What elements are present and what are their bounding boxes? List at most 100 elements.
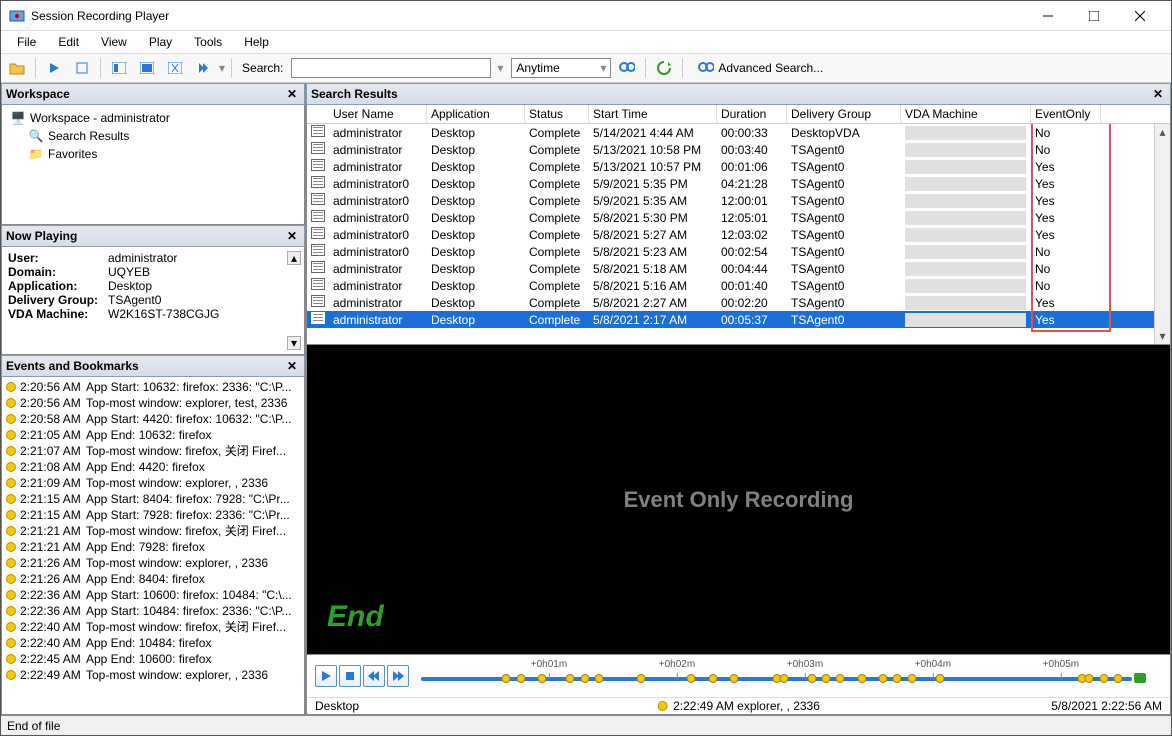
tree-root[interactable]: 🖥️ Workspace - administrator	[4, 109, 302, 127]
table-row[interactable]: administratorDesktopComplete5/8/2021 2:1…	[307, 311, 1170, 328]
workspace-close[interactable]: ✕	[284, 86, 300, 102]
menu-help[interactable]: Help	[234, 33, 279, 51]
scroll-down-icon[interactable]: ▾	[1157, 330, 1169, 342]
event-row[interactable]: 2:22:45 AMApp End: 10600: firefox	[2, 651, 304, 667]
event-row[interactable]: 2:20:56 AMApp Start: 10632: firefox: 233…	[2, 379, 304, 395]
tree-favorites[interactable]: 📁 Favorites	[4, 145, 302, 163]
layout3-button[interactable]	[163, 56, 187, 80]
timeline-event-dot[interactable]	[502, 674, 511, 683]
layout2-button[interactable]	[135, 56, 159, 80]
event-row[interactable]: 2:22:49 AMTop-most window: explorer, , 2…	[2, 667, 304, 683]
timeline-event-dot[interactable]	[1099, 674, 1108, 683]
event-row[interactable]: 2:21:21 AMApp End: 7928: firefox	[2, 539, 304, 555]
col-vda[interactable]: VDA Machine	[901, 105, 1031, 123]
event-row[interactable]: 2:22:36 AMApp Start: 10484: firefox: 233…	[2, 603, 304, 619]
play-button[interactable]	[315, 665, 337, 687]
event-row[interactable]: 2:21:15 AMApp Start: 8404: firefox: 7928…	[2, 491, 304, 507]
search-input[interactable]	[291, 58, 491, 78]
timeline-event-dot[interactable]	[729, 674, 738, 683]
layout1-button[interactable]	[107, 56, 131, 80]
col-eo[interactable]: EventOnly	[1031, 105, 1101, 123]
nowplaying-close[interactable]: ✕	[284, 228, 300, 244]
tree-search-results[interactable]: 🔍 Search Results	[4, 127, 302, 145]
menu-file[interactable]: File	[7, 33, 46, 51]
next-button-tb[interactable]	[191, 56, 215, 80]
timeline-event-dot[interactable]	[779, 674, 788, 683]
timeline-event-dot[interactable]	[566, 674, 575, 683]
timeline-event-dot[interactable]	[594, 674, 603, 683]
events-close[interactable]: ✕	[284, 358, 300, 374]
menu-view[interactable]: View	[91, 33, 137, 51]
stop-button[interactable]	[339, 665, 361, 687]
table-row[interactable]: administrator0DesktopComplete5/9/2021 5:…	[307, 175, 1170, 192]
timeline-event-dot[interactable]	[857, 674, 866, 683]
minimize-button[interactable]	[1025, 1, 1071, 31]
timeline-event-dot[interactable]	[907, 674, 916, 683]
menu-play[interactable]: Play	[139, 33, 182, 51]
col-user[interactable]: User Name	[329, 105, 427, 123]
table-row[interactable]: administrator0DesktopComplete5/9/2021 5:…	[307, 192, 1170, 209]
stop-button-tb[interactable]	[70, 56, 94, 80]
scroll-up[interactable]: ▴	[287, 251, 301, 265]
results-scrollbar[interactable]: ▴ ▾	[1154, 124, 1170, 344]
event-row[interactable]: 2:21:15 AMApp Start: 7928: firefox: 2336…	[2, 507, 304, 523]
table-row[interactable]: administratorDesktopComplete5/14/2021 4:…	[307, 124, 1170, 141]
col-status[interactable]: Status	[525, 105, 589, 123]
event-row[interactable]: 2:20:56 AMTop-most window: explorer, tes…	[2, 395, 304, 411]
timeline-event-dot[interactable]	[936, 674, 945, 683]
search-go-button[interactable]	[615, 56, 639, 80]
col-dur[interactable]: Duration	[717, 105, 787, 123]
table-row[interactable]: administrator0DesktopComplete5/8/2021 5:…	[307, 226, 1170, 243]
timeline[interactable]: +0h01m+0h02m+0h03m+0h04m+0h05m	[421, 659, 1132, 693]
event-row[interactable]: 2:21:26 AMTop-most window: explorer, , 2…	[2, 555, 304, 571]
time-filter-dropdown[interactable]: Anytime▾	[511, 58, 611, 78]
col-start[interactable]: Start Time	[589, 105, 717, 123]
fastforward-button[interactable]	[387, 665, 409, 687]
timeline-event-dot[interactable]	[537, 674, 546, 683]
event-row[interactable]: 2:21:21 AMTop-most window: firefox, 关闭 F…	[2, 523, 304, 539]
col-app[interactable]: Application	[427, 105, 525, 123]
event-row[interactable]: 2:21:05 AMApp End: 10632: firefox	[2, 427, 304, 443]
timeline-event-dot[interactable]	[1085, 674, 1094, 683]
event-row[interactable]: 2:22:36 AMApp Start: 10600: firefox: 104…	[2, 587, 304, 603]
table-row[interactable]: administratorDesktopComplete5/13/2021 10…	[307, 158, 1170, 175]
event-row[interactable]: 2:22:40 AMTop-most window: firefox, 关闭 F…	[2, 619, 304, 635]
timeline-event-dot[interactable]	[580, 674, 589, 683]
table-row[interactable]: administrator0DesktopComplete5/8/2021 5:…	[307, 209, 1170, 226]
menu-edit[interactable]: Edit	[48, 33, 89, 51]
table-row[interactable]: administrator0DesktopComplete5/8/2021 5:…	[307, 243, 1170, 260]
timeline-event-dot[interactable]	[1113, 674, 1122, 683]
results-body[interactable]: administratorDesktopComplete5/14/2021 4:…	[307, 124, 1170, 344]
table-row[interactable]: administratorDesktopComplete5/13/2021 10…	[307, 141, 1170, 158]
table-row[interactable]: administratorDesktopComplete5/8/2021 5:1…	[307, 277, 1170, 294]
open-button[interactable]	[5, 56, 29, 80]
maximize-button[interactable]	[1071, 1, 1117, 31]
scroll-up-icon[interactable]: ▴	[1157, 126, 1169, 138]
menu-tools[interactable]: Tools	[184, 33, 232, 51]
event-row[interactable]: 2:21:07 AMTop-most window: firefox, 关闭 F…	[2, 443, 304, 459]
table-row[interactable]: administratorDesktopComplete5/8/2021 5:1…	[307, 260, 1170, 277]
advanced-search-button[interactable]: Advanced Search...	[693, 57, 828, 79]
timeline-event-dot[interactable]	[836, 674, 845, 683]
table-row[interactable]: administratorDesktopComplete5/8/2021 2:2…	[307, 294, 1170, 311]
col-dg[interactable]: Delivery Group	[787, 105, 901, 123]
timeline-event-dot[interactable]	[637, 674, 646, 683]
event-row[interactable]: 2:21:26 AMApp End: 8404: firefox	[2, 571, 304, 587]
timeline-event-dot[interactable]	[879, 674, 888, 683]
timeline-event-dot[interactable]	[516, 674, 525, 683]
timeline-event-dot[interactable]	[893, 674, 902, 683]
play-button-tb[interactable]	[42, 56, 66, 80]
timeline-event-dot[interactable]	[808, 674, 817, 683]
close-button[interactable]	[1117, 1, 1163, 31]
events-list[interactable]: 2:20:56 AMApp Start: 10632: firefox: 233…	[1, 377, 305, 715]
event-row[interactable]: 2:20:58 AMApp Start: 4420: firefox: 1063…	[2, 411, 304, 427]
rewind-button[interactable]	[363, 665, 385, 687]
scroll-down[interactable]: ▾	[287, 336, 301, 350]
results-close[interactable]: ✕	[1150, 86, 1166, 102]
timeline-event-dot[interactable]	[708, 674, 717, 683]
event-row[interactable]: 2:21:09 AMTop-most window: explorer, , 2…	[2, 475, 304, 491]
refresh-button[interactable]	[652, 56, 676, 80]
event-row[interactable]: 2:21:08 AMApp End: 4420: firefox	[2, 459, 304, 475]
timeline-event-dot[interactable]	[687, 674, 696, 683]
timeline-event-dot[interactable]	[822, 674, 831, 683]
